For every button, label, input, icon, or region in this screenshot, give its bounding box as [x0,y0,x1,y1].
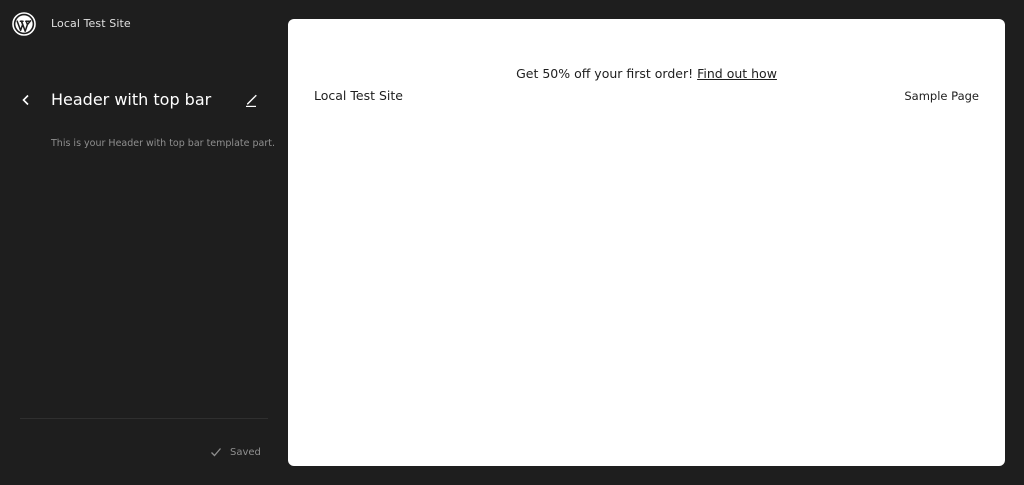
panel-description: This is your Header with top bar templat… [51,138,275,149]
nav-item-sample-page[interactable]: Sample Page [904,89,979,103]
save-status-label: Saved [230,446,261,458]
edit-button[interactable] [239,88,263,112]
preview-canvas[interactable]: Get 50% off your first order! Find out h… [288,19,1005,466]
wordpress-logo-icon[interactable] [12,12,36,36]
panel-title: Header with top bar [51,90,212,109]
preview-site-name[interactable]: Local Test Site [314,88,403,103]
sidebar: Local Test Site Header with top bar This… [0,0,288,485]
site-hub: Local Test Site [0,0,288,48]
promo-link[interactable]: Find out how [697,66,777,81]
navigation-screen-header: Header with top bar [12,74,270,128]
promo-text: Get 50% off your first order! [516,66,698,81]
save-status: Saved [210,446,261,458]
promo-top-bar: Get 50% off your first order! Find out h… [288,66,1005,81]
check-icon [211,448,221,457]
site-title[interactable]: Local Test Site [51,17,131,30]
chevron-left-icon [22,94,29,106]
site-editor: Local Test Site Header with top bar This… [0,0,1024,485]
footer-divider [20,418,268,419]
pencil-icon [246,94,257,107]
back-button[interactable] [14,88,38,112]
